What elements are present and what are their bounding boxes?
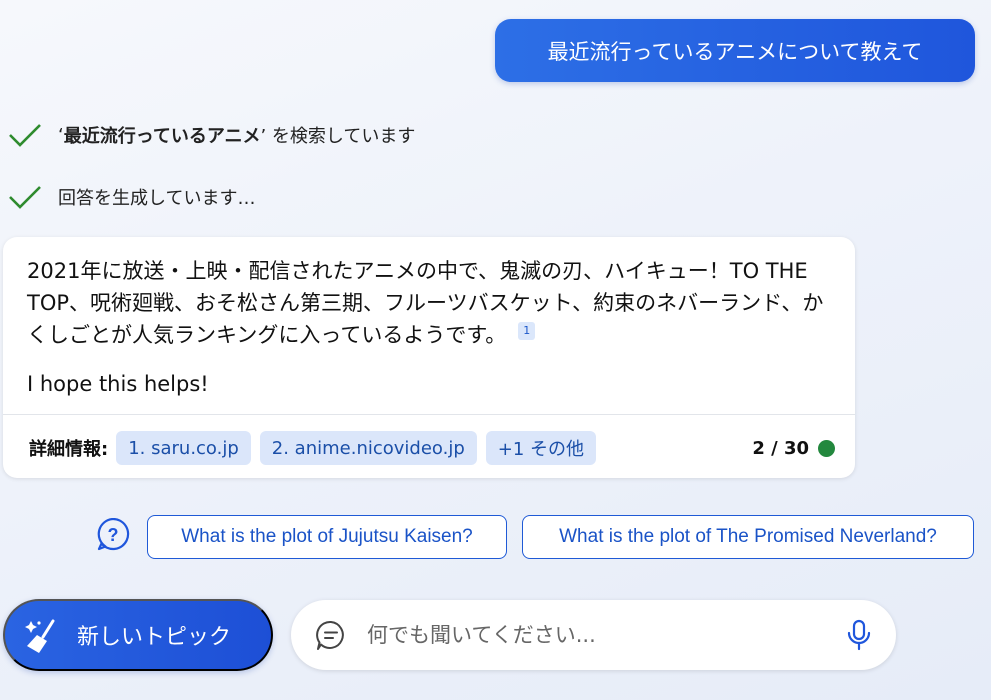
turn-counter-text: 2 / 30 [752,437,809,459]
chat-bubble-icon [316,620,344,650]
broom-sparkle-icon [25,619,55,653]
chat-input-box[interactable] [291,600,896,670]
svg-text:?: ? [108,525,119,545]
source-link-1[interactable]: 1. saru.co.jp [116,431,251,465]
search-query: 最近流行っているアニメ [63,126,261,147]
answer-text: 2021年に放送・上映・配信されたアニメの中で、鬼滅の刃、ハイキュー！TO TH… [27,255,827,351]
new-topic-button[interactable]: 新しいトピック [3,599,273,671]
microphone-icon[interactable] [846,619,872,651]
question-bubble-icon: ? [97,518,130,551]
details-label: 詳細情報: [29,439,109,460]
citation-marker[interactable]: 1 [518,322,536,340]
divider [3,414,855,415]
generating-status-text: 回答を生成しています… [58,188,256,209]
answer-card: 2021年に放送・上映・配信されたアニメの中で、鬼滅の刃、ハイキュー！TO TH… [3,237,855,478]
suggestion-button-1[interactable]: What is the plot of Jujutsu Kaisen? [147,515,507,559]
turn-counter: 2 / 30 [752,438,835,459]
chat-input[interactable] [365,622,836,648]
search-status-suffix: ’ を検索しています [260,126,416,147]
generating-status: 回答を生成しています… [8,184,255,210]
answer-body: 2021年に放送・上映・配信されたアニメの中で、鬼滅の刃、ハイキュー！TO TH… [27,259,824,347]
user-message-bubble: 最近流行っているアニメについて教えて [495,19,975,82]
search-status: ‘最近流行っているアニメ’ を検索しています [8,122,415,148]
more-sources-link[interactable]: +1 その他 [485,431,597,465]
details-row: 詳細情報: 1. saru.co.jp 2. anime.nicovideo.j… [29,430,835,466]
checkmark-icon [9,186,41,209]
checkmark-icon [9,124,41,147]
user-message-text: 最近流行っているアニメについて教えて [547,39,923,64]
status-dot-icon [818,439,835,457]
source-link-2[interactable]: 2. anime.nicovideo.jp [259,431,477,465]
new-topic-label: 新しいトピック [77,624,232,649]
answer-closing: I hope this helps! [27,372,209,396]
suggestion-button-2[interactable]: What is the plot of The Promised Neverla… [522,515,974,559]
